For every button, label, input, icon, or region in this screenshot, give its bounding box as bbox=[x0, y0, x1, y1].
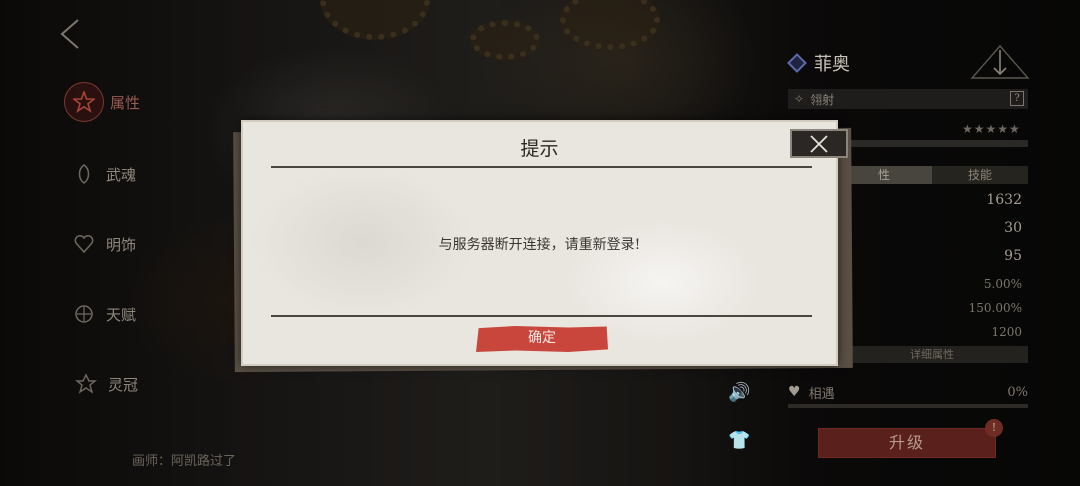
bow-icon: ✧ bbox=[794, 92, 805, 106]
hero-name: 菲奥 bbox=[787, 50, 850, 76]
affection-value: 0% bbox=[1007, 384, 1028, 400]
back-arrow-icon[interactable] bbox=[56, 18, 84, 50]
stat-tabs: 性 技能 bbox=[836, 166, 1028, 184]
nav-item-talent[interactable]: 天赋 bbox=[68, 294, 136, 334]
alert-badge: ! bbox=[985, 419, 1003, 437]
divider bbox=[271, 166, 812, 168]
notice-dialog: 提示 与服务器断开连接，请重新登录! 确定 bbox=[241, 120, 838, 366]
nav-label: 武魂 bbox=[106, 165, 137, 184]
star-rating: ★★★★★ bbox=[962, 122, 1021, 136]
stat-value: 150.00% bbox=[968, 301, 1022, 315]
crown-icon bbox=[70, 368, 102, 400]
dialog-title: 提示 bbox=[520, 138, 559, 160]
level-progress-bar bbox=[836, 140, 1028, 147]
hero-type-row: ✧ 翎射 ? bbox=[788, 89, 1028, 109]
stat-value: 1632 bbox=[986, 192, 1022, 208]
dialog-message: 与服务器断开连接，请重新登录! bbox=[438, 237, 641, 253]
upgrade-button[interactable]: 升级 ! bbox=[818, 419, 1003, 458]
nav-label: 灵冠 bbox=[108, 375, 139, 394]
element-gem-icon bbox=[787, 53, 807, 73]
outfit-icon[interactable]: 👕 bbox=[728, 430, 750, 452]
tab-skills[interactable]: 技能 bbox=[932, 166, 1028, 184]
stat-value: 5.00% bbox=[983, 277, 1022, 291]
hero-type: 翎射 bbox=[810, 92, 835, 107]
nav-label: 属性 bbox=[110, 93, 141, 112]
divider bbox=[271, 315, 812, 317]
star-icon bbox=[64, 82, 104, 122]
affection-row: ♥ 相遇 0% bbox=[788, 382, 1028, 402]
stat-value: 95 bbox=[1004, 248, 1022, 264]
help-icon[interactable]: ? bbox=[1010, 91, 1024, 106]
stat-value: 30 bbox=[1004, 220, 1022, 236]
spirit-icon bbox=[68, 158, 100, 190]
close-button[interactable] bbox=[790, 129, 848, 158]
nav-item-ornament[interactable]: 明饰 bbox=[68, 224, 136, 264]
nav-label: 天赋 bbox=[106, 305, 137, 324]
nav-label: 明饰 bbox=[106, 235, 137, 254]
nav-item-spirit[interactable]: 武魂 bbox=[68, 154, 136, 194]
nav-item-attributes[interactable]: 属性 bbox=[64, 82, 140, 122]
affection-bar bbox=[788, 404, 1028, 408]
artist-credit: 画师：阿凯路过了 bbox=[132, 454, 237, 469]
detail-attributes-button[interactable]: 详细属性 bbox=[836, 346, 1028, 363]
voice-icon[interactable]: 🔊 bbox=[728, 382, 750, 404]
confirm-button[interactable]: 确定 bbox=[476, 326, 608, 352]
close-icon bbox=[810, 134, 828, 153]
heart-icon: ♥ bbox=[788, 384, 801, 400]
upgrade-label: 升级 bbox=[888, 433, 925, 452]
affection-label: 相遇 bbox=[808, 386, 835, 402]
talent-icon bbox=[68, 298, 100, 330]
class-emblem-icon bbox=[970, 44, 1030, 79]
nav-item-crown[interactable]: 灵冠 bbox=[70, 364, 138, 404]
hero-name-text: 菲奥 bbox=[814, 54, 850, 75]
stat-value: 1200 bbox=[991, 325, 1022, 339]
heart-gem-icon bbox=[68, 228, 100, 260]
